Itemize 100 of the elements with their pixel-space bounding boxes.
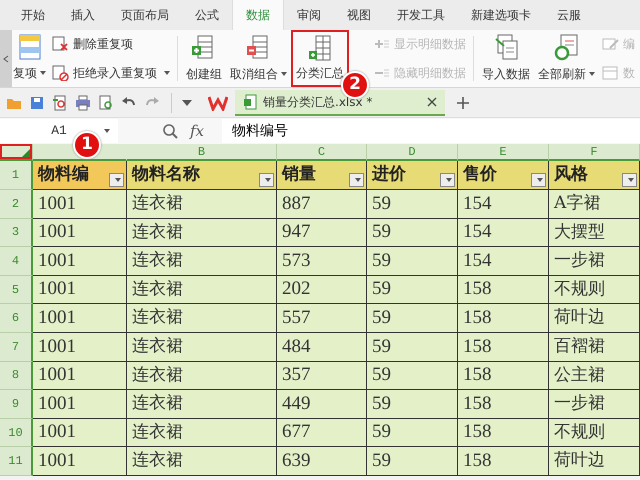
table-cell[interactable]: 连衣裙 (127, 276, 277, 304)
table-cell[interactable]: 连衣裙 (127, 362, 277, 390)
table-cell[interactable]: 连衣裙 (127, 218, 277, 248)
table-cell[interactable]: 887 (277, 190, 367, 219)
ribbon-tab[interactable]: 页面布局 (108, 0, 182, 30)
table-cell[interactable]: 59 (367, 247, 458, 276)
table-cell[interactable]: 连衣裙 (127, 190, 277, 219)
table-cell[interactable]: 百褶裙 (549, 332, 640, 362)
table-cell[interactable]: 1001 (33, 418, 127, 448)
table-cell[interactable]: 557 (277, 304, 367, 333)
ribbon-tab[interactable]: 视图 (334, 0, 384, 30)
app-logo-icon[interactable] (208, 94, 228, 110)
ribbon-button[interactable]: 复项 (12, 30, 49, 87)
table-cell[interactable]: 不规则 (549, 276, 640, 304)
print-preview-icon[interactable] (98, 94, 114, 110)
table-cell[interactable]: 1001 (33, 447, 127, 476)
table-cell[interactable]: 1001 (33, 218, 127, 248)
filter-button[interactable] (349, 173, 364, 187)
ribbon-button[interactable]: 导入数据 (478, 30, 534, 87)
table-cell[interactable]: 357 (277, 362, 367, 390)
table-cell[interactable]: 484 (277, 332, 367, 362)
table-cell[interactable]: 202 (277, 276, 367, 304)
table-cell[interactable]: 158 (458, 304, 549, 333)
table-cell[interactable]: 639 (277, 447, 367, 476)
header-cell[interactable]: 售价 (458, 161, 549, 190)
table-cell[interactable]: 59 (367, 218, 458, 248)
ribbon-tab[interactable]: 新建选项卡 (458, 0, 544, 30)
table-cell[interactable]: 158 (458, 390, 549, 419)
table-cell[interactable]: 59 (367, 276, 458, 304)
filter-button[interactable] (440, 173, 455, 187)
table-cell[interactable]: 158 (458, 332, 549, 362)
ribbon-tab[interactable]: 公式 (182, 0, 232, 30)
table-cell[interactable]: 连衣裙 (127, 390, 277, 419)
ribbon-tab[interactable]: 开发工具 (384, 0, 458, 30)
table-cell[interactable]: 947 (277, 218, 367, 248)
table-cell[interactable]: 一步裙 (549, 390, 640, 419)
table-cell[interactable]: 1001 (33, 247, 127, 276)
filter-button[interactable] (259, 173, 274, 187)
ribbon-button[interactable]: 创建组 (182, 30, 226, 87)
table-cell[interactable]: 449 (277, 390, 367, 419)
ribbon-tab[interactable]: 数据 (232, 0, 284, 30)
formula-input-field[interactable]: 物料编号 (222, 119, 640, 143)
print-icon[interactable] (75, 94, 91, 110)
table-cell[interactable]: 大摆型 (549, 218, 640, 248)
table-cell[interactable]: 154 (458, 247, 549, 276)
filter-button[interactable] (531, 173, 546, 187)
ribbon-tab[interactable]: 云服 (544, 0, 594, 30)
table-cell[interactable]: 荷叶边 (549, 304, 640, 333)
table-cell[interactable]: 连衣裙 (127, 304, 277, 333)
filter-button[interactable] (109, 173, 124, 187)
table-cell[interactable]: A字裙 (549, 190, 640, 219)
table-cell[interactable]: 158 (458, 447, 549, 476)
ribbon-button[interactable]: 删除重复项 (52, 33, 170, 56)
table-cell[interactable]: 59 (367, 304, 458, 333)
table-cell[interactable]: 677 (277, 418, 367, 448)
table-cell[interactable]: 公主裙 (549, 362, 640, 390)
table-cell[interactable]: 59 (367, 418, 458, 448)
zoom-icon[interactable] (162, 123, 178, 139)
table-cell[interactable]: 1001 (33, 304, 127, 333)
table-cell[interactable]: 59 (367, 332, 458, 362)
table-cell[interactable]: 1001 (33, 362, 127, 390)
table-cell[interactable]: 158 (458, 362, 549, 390)
table-cell[interactable]: 连衣裙 (127, 418, 277, 448)
table-cell[interactable]: 1001 (33, 190, 127, 219)
table-cell[interactable]: 154 (458, 190, 549, 219)
dropdown-icon[interactable] (181, 98, 193, 106)
header-cell[interactable]: 销量 (277, 161, 367, 190)
close-icon[interactable] (427, 96, 437, 106)
header-cell[interactable]: 物料编 (33, 161, 127, 190)
header-cell[interactable]: 风格 (549, 161, 640, 190)
table-cell[interactable]: 一步裙 (549, 247, 640, 276)
table-cell[interactable]: 59 (367, 447, 458, 476)
header-cell[interactable]: 进价 (367, 161, 458, 190)
table-cell[interactable]: 59 (367, 362, 458, 390)
function-button[interactable]: fx (190, 120, 204, 142)
table-cell[interactable]: 158 (458, 418, 549, 448)
table-cell[interactable]: 1001 (33, 332, 127, 362)
table-cell[interactable]: 158 (458, 276, 549, 304)
select-all-corner[interactable] (0, 144, 33, 161)
ribbon-tab[interactable]: 开始 (8, 0, 58, 30)
table-cell[interactable]: 不规则 (549, 418, 640, 448)
table-cell[interactable]: 59 (367, 190, 458, 219)
ribbon-button[interactable]: 拒绝录入重复项 (52, 62, 170, 84)
export-pdf-icon[interactable] (52, 94, 68, 110)
ribbon-button[interactable]: 取消组合 (226, 30, 291, 87)
save-icon[interactable] (29, 94, 45, 110)
table-cell[interactable]: 154 (458, 218, 549, 248)
new-tab-icon[interactable] (456, 96, 470, 110)
table-cell[interactable]: 1001 (33, 276, 127, 304)
table-cell[interactable]: 连衣裙 (127, 332, 277, 362)
ribbon-tab[interactable]: 插入 (58, 0, 108, 30)
ribbon-tab[interactable]: 审阅 (284, 0, 334, 30)
ribbon-button[interactable]: 全部刷新 (534, 30, 599, 87)
table-cell[interactable]: 573 (277, 247, 367, 276)
table-cell[interactable]: 59 (367, 390, 458, 419)
header-cell[interactable]: 物料名称 (127, 161, 277, 190)
table-cell[interactable]: 连衣裙 (127, 247, 277, 276)
filter-button[interactable] (622, 173, 637, 187)
table-cell[interactable]: 1001 (33, 390, 127, 419)
table-cell[interactable]: 荷叶边 (549, 447, 640, 476)
